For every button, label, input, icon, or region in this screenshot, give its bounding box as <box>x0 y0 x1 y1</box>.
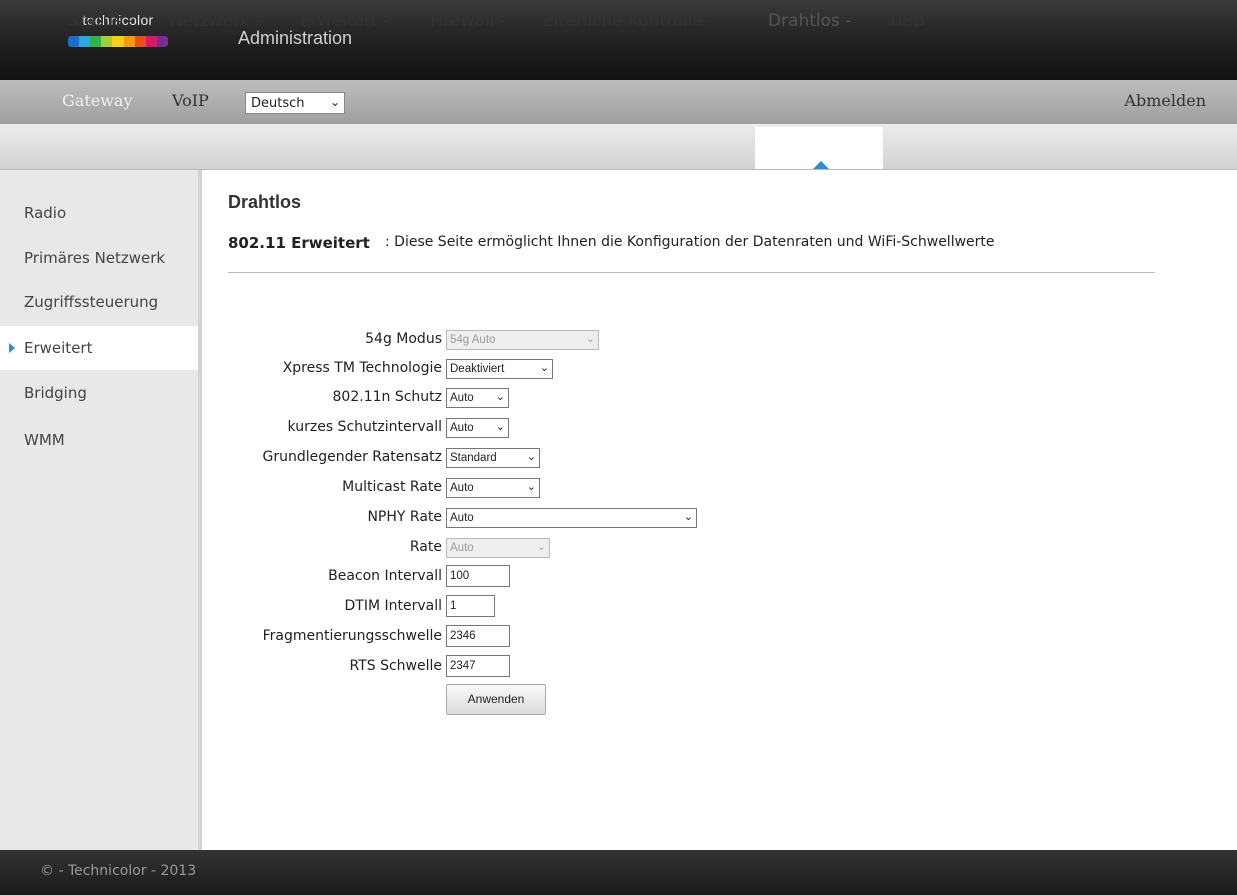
label-802-11n-schutz: 802.11n Schutz <box>332 389 442 405</box>
rts-schwelle-input[interactable]: 2347 <box>446 655 510 677</box>
divider <box>228 272 1155 273</box>
label-rts-schwelle: RTS Schwelle <box>349 658 442 674</box>
chevron-down-icon: ⌄ <box>495 421 505 433</box>
logo-color-segment <box>79 36 91 47</box>
logo-color-segment <box>112 36 124 47</box>
nav-status[interactable]: Status - <box>68 11 134 31</box>
nav-elterliche-kontrolle[interactable]: Elterliche Kontrolle - <box>543 11 715 31</box>
chevron-down-icon: ⌄ <box>526 451 536 463</box>
nav-firewall[interactable]: Firewall - <box>430 11 506 31</box>
logo-color-segment <box>68 36 80 47</box>
apply-button[interactable]: Anwenden <box>446 684 546 715</box>
label-fragmentierungsschwelle: Fragmentierungsschwelle <box>262 628 442 644</box>
select-value: Auto <box>450 512 474 524</box>
gateway-link[interactable]: Gateway <box>62 91 133 110</box>
chevron-down-icon: ⌄ <box>329 95 340 109</box>
nav-erweitert[interactable]: Erweitert - <box>300 11 389 31</box>
select-multicast-rate[interactable]: Auto ⌄ <box>446 478 540 498</box>
logout-link[interactable]: Abmelden <box>1124 91 1206 110</box>
sidebar-item-erweitert[interactable]: Erweitert <box>0 326 198 370</box>
page-title: Drahtlos <box>228 192 302 212</box>
dtim-intervall-input[interactable]: 1 <box>446 595 495 617</box>
sub-header: Gateway VoIP Deutsch ⌄ Abmelden <box>0 80 1237 124</box>
logo-color-segment <box>101 36 113 47</box>
select-grundlegender-ratensatz[interactable]: Standard ⌄ <box>446 448 540 468</box>
chevron-down-icon: ⌄ <box>536 541 546 553</box>
caret-right-icon <box>9 343 15 353</box>
language-value: Deutsch <box>251 95 305 111</box>
logo-color-segment <box>134 36 146 47</box>
select-xpress-technologie[interactable]: Deaktiviert ⌄ <box>446 359 553 379</box>
logo-color-segment <box>123 36 135 47</box>
select-54g-modus[interactable]: 54g Auto ⌄ <box>446 330 599 350</box>
active-tab-indicator-icon <box>813 161 829 169</box>
chevron-down-icon: ⌄ <box>495 391 505 403</box>
select-value: Auto <box>450 422 474 434</box>
logo-color-bar <box>68 36 168 47</box>
sidebar-item-label: Erweitert <box>24 339 93 357</box>
select-802-11n-schutz[interactable]: Auto ⌄ <box>446 388 509 408</box>
voip-link[interactable]: VoIP <box>172 91 209 110</box>
nav-drahtlos[interactable]: Drahtlos - <box>768 11 851 31</box>
logo-color-segment <box>156 36 168 47</box>
sidebar: Radio Primäres Netzwerk Zugriffssteuerun… <box>0 170 202 850</box>
select-value: Auto <box>450 542 474 554</box>
label-kurzes-schutzintervall: kurzes Schutzintervall <box>287 419 442 435</box>
select-nphy-rate[interactable]: Auto ⌄ <box>446 508 697 528</box>
sidebar-item-wmm[interactable]: WMM <box>0 418 198 462</box>
label-multicast-rate: Multicast Rate <box>342 479 442 495</box>
label-nphy-rate: NPHY Rate <box>367 509 442 525</box>
logo-color-segment <box>90 36 102 47</box>
label-54g-modus: 54g Modus <box>365 331 442 347</box>
footer: © - Technicolor - 2013 <box>0 850 1237 895</box>
label-grundlegender-ratensatz: Grundlegender Ratensatz <box>262 449 442 465</box>
beacon-intervall-input[interactable]: 100 <box>446 565 510 587</box>
label-dtim-intervall: DTIM Intervall <box>344 598 443 614</box>
select-value: Deaktiviert <box>450 363 505 375</box>
select-value: Standard <box>450 452 497 464</box>
nav-netzwerk[interactable]: Netzwerk - <box>170 11 262 31</box>
copyright-text: © - Technicolor - 2013 <box>40 863 197 879</box>
sidebar-item-zugriffssteuerung[interactable]: Zugriffssteuerung <box>0 280 198 324</box>
language-select[interactable]: Deutsch ⌄ <box>245 92 345 114</box>
label-beacon-intervall: Beacon Intervall <box>328 568 442 584</box>
select-kurzes-schutzintervall[interactable]: Auto ⌄ <box>446 418 509 438</box>
label-xpress-technologie: Xpress TM Technologie <box>282 360 442 376</box>
sidebar-item-primaeres-netzwerk[interactable]: Primäres Netzwerk <box>0 236 198 280</box>
section-label: 802.11 Erweitert <box>228 234 370 252</box>
section-description: : Diese Seite ermöglicht Ihnen die Konfi… <box>385 234 995 250</box>
nav-usb[interactable]: USB <box>890 11 925 31</box>
select-rate[interactable]: Auto ⌄ <box>446 538 550 558</box>
chevron-down-icon: ⌄ <box>526 481 536 493</box>
chevron-down-icon: ⌄ <box>585 333 595 345</box>
chevron-down-icon: ⌄ <box>683 511 693 523</box>
select-value: Auto <box>450 392 474 404</box>
main-nav <box>0 124 1237 170</box>
sidebar-item-bridging[interactable]: Bridging <box>0 371 198 415</box>
chevron-down-icon: ⌄ <box>539 362 549 374</box>
sidebar-item-radio[interactable]: Radio <box>0 191 198 235</box>
select-value: 54g Auto <box>450 334 496 346</box>
logo-color-segment <box>145 36 157 47</box>
select-value: Auto <box>450 482 474 494</box>
app-title: Administration <box>238 28 353 48</box>
fragmentierungsschwelle-input[interactable]: 2346 <box>446 625 510 647</box>
label-rate: Rate <box>409 539 442 555</box>
